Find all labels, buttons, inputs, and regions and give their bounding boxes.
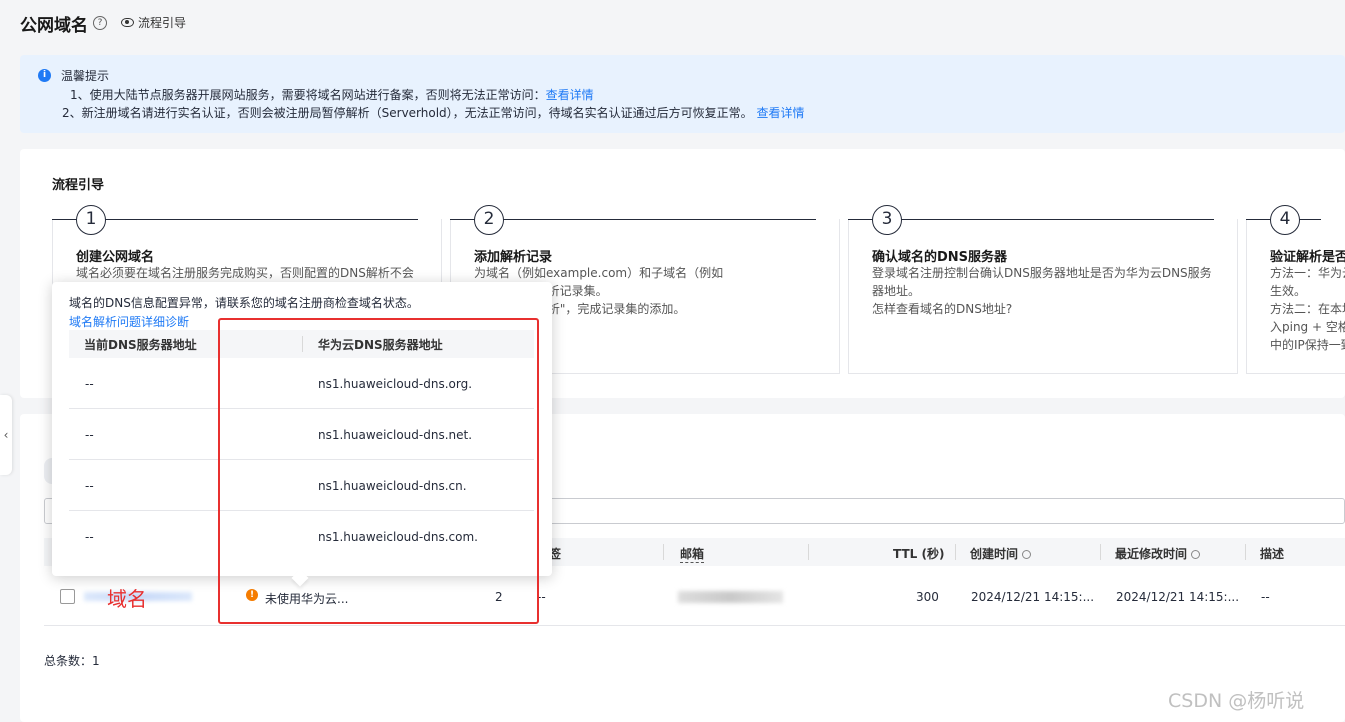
column-created[interactable]: 创建时间 [970, 545, 1032, 562]
sort-icon [1022, 550, 1032, 559]
notice-link-2[interactable]: 查看详情 [757, 106, 805, 120]
watermark: CSDN @杨听说 [1168, 690, 1305, 712]
step-1-desc: 域名必须要在域名注册服务完成购买，否则配置的DNS解析不会 [76, 266, 414, 280]
question-icon[interactable]: ? [93, 16, 107, 30]
row-desc: -- [1261, 590, 1270, 604]
notice-line-2-text: 2、新注册域名请进行实名认证，否则会被注册局暂停解析（Serverhold），无… [62, 106, 753, 120]
notice-line-1: 1、使用大陆节点服务器开展网站服务，需要将域名网站进行备案，否则将无法正常访问：… [70, 86, 594, 103]
popup-current-dns: -- [85, 428, 94, 442]
step-2-line [450, 219, 816, 220]
notice-link-1[interactable]: 查看详情 [546, 88, 594, 102]
row-checkbox[interactable] [60, 589, 75, 604]
step-4-title: 验证解析是否 [1270, 250, 1345, 265]
column-desc: 描述 [1260, 547, 1285, 561]
step-4-number: 4 [1270, 205, 1300, 235]
step-3-desc-1: 登录域名注册控制台确认DNS服务器地址是否为华为云DNS服务 [872, 266, 1212, 280]
page-title: 公网域名 [20, 16, 88, 36]
step-3-line [848, 219, 1214, 220]
step-4-desc-3: 方法二：在本地 [1270, 302, 1345, 316]
step-1-number: 1 [76, 205, 106, 235]
popup-current-dns: -- [85, 530, 94, 544]
column-divider [955, 544, 956, 560]
step-1-line [52, 219, 418, 220]
column-modified-label: 最近修改时间 [1115, 547, 1188, 561]
step-2-number: 2 [474, 205, 504, 235]
annotation-label: 域名 [107, 587, 147, 611]
column-modified[interactable]: 最近修改时间 [1115, 545, 1201, 562]
column-divider [663, 544, 664, 560]
popup-message: 域名的DNS信息配置异常，请联系您的域名注册商检查域名状态。 [69, 296, 419, 310]
sort-icon [1191, 550, 1201, 559]
step-3-title: 确认域名的DNS服务器 [872, 250, 1008, 265]
row-created: 2024/12/21 14:15:... [971, 590, 1095, 604]
row-ttl: 300 [916, 590, 939, 604]
notice-line-1-text: 1、使用大陆节点服务器开展网站服务，需要将域名网站进行备案，否则将无法正常访问： [70, 88, 546, 102]
step-1-title: 创建公网域名 [76, 250, 155, 265]
notice-title: 温馨提示 [61, 69, 110, 83]
diagnose-link[interactable]: 域名解析问题详细诊断 [69, 313, 189, 330]
step-3-desc-2: 器地址。 [872, 284, 921, 298]
annotation-highlight-box [218, 318, 539, 624]
total-count: 总条数：1 [44, 654, 100, 668]
popup-current-dns: -- [85, 479, 94, 493]
column-email: 邮箱 [680, 547, 705, 563]
email-redacted [678, 591, 783, 603]
step-4-desc-5: 中的IP保持一致 [1270, 338, 1345, 352]
column-divider [1100, 544, 1101, 560]
step-3-link[interactable]: 怎样查看域名的DNS地址? [872, 300, 1012, 318]
row-modified: 2024/12/21 14:15:... [1116, 590, 1240, 604]
guide-heading: 流程引导 [52, 178, 105, 193]
step-4-desc-2: 生效。 [1270, 284, 1307, 298]
step-4-desc-1: 方法一：华为云 [1270, 266, 1345, 280]
popup-col-current: 当前DNS服务器地址 [84, 338, 197, 352]
column-ttl: TTL (秒) [893, 547, 945, 561]
step-2-desc-1: 为域名（例如example.com）和子域名（例如 [474, 266, 724, 280]
step-4-desc-4: 入ping + 空格 [1270, 320, 1345, 334]
column-divider [1245, 544, 1246, 560]
step-2-title: 添加解析记录 [474, 250, 553, 265]
popup-current-dns: -- [85, 377, 94, 391]
guide-link-label: 流程引导 [138, 16, 187, 30]
guide-link[interactable]: 流程引导 [121, 14, 186, 31]
column-created-label: 创建时间 [970, 547, 1019, 561]
chevron-left-icon: ‹ [3, 428, 9, 442]
step-3-number: 3 [872, 205, 902, 235]
column-divider [808, 544, 809, 560]
info-icon: i [38, 69, 51, 82]
notice-line-2: 2、新注册域名请进行实名认证，否则会被注册局暂停解析（Serverhold），无… [62, 104, 805, 121]
eye-icon [121, 18, 134, 27]
collapse-sidebar-button[interactable]: ‹ [0, 395, 12, 475]
